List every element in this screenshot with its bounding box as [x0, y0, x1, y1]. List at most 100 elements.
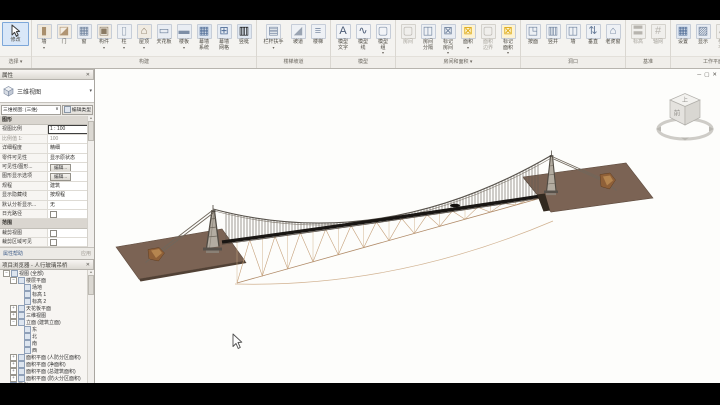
ribbon-button-area[interactable]: ⊠面积▾	[458, 22, 478, 51]
dropdown-arrow-icon[interactable]: ▾	[183, 46, 185, 49]
deck-truss[interactable]	[237, 198, 541, 284]
dropdown-arrow-icon[interactable]: ▾	[272, 46, 274, 49]
ribbon-button-ramp[interactable]: ◢坡道	[288, 22, 308, 48]
tree-item[interactable]: +面积平面 (防火分区面积)	[0, 375, 94, 382]
checkbox[interactable]	[50, 239, 57, 246]
ribbon-button-ceiling[interactable]: ▭天花板	[154, 22, 174, 48]
scroll-thumb[interactable]	[88, 121, 94, 141]
ribbon-panel-label[interactable]: 基准	[626, 56, 670, 68]
ribbon-button-model-line[interactable]: ∿模型 线	[353, 22, 373, 53]
ribbon-panel-label[interactable]: 模型	[331, 56, 395, 68]
collapse-icon[interactable]: −	[10, 319, 17, 326]
tree-item[interactable]: −楼层平面	[0, 277, 94, 284]
dropdown-arrow-icon[interactable]: ▾	[143, 46, 145, 49]
ribbon-button-room[interactable]: ▢房间	[398, 22, 418, 48]
ribbon-button-vertical-opening[interactable]: ⇅垂直	[583, 22, 603, 48]
tree-item[interactable]: 场地	[0, 284, 94, 291]
scroll-thumb[interactable]	[88, 275, 94, 295]
collapse-icon[interactable]: −	[10, 277, 17, 284]
drawing-area[interactable]: ─▢✕ 上 前	[95, 69, 720, 383]
ribbon-button-model-group[interactable]: ▢模型 组▾	[373, 22, 393, 56]
tree-item[interactable]: +三维视图	[0, 312, 94, 319]
property-section-header[interactable]: 范围˄	[0, 219, 94, 228]
dropdown-arrow-icon[interactable]: ▾	[123, 46, 125, 49]
expand-icon[interactable]: +	[10, 368, 17, 375]
tree-item[interactable]: −视图 (全部)	[0, 270, 94, 277]
scroll-up-icon[interactable]: ▲	[89, 270, 92, 274]
ribbon-button-wall-opening[interactable]: ◫墙	[563, 22, 583, 48]
ribbon-button-level[interactable]: 〓标高	[628, 22, 648, 48]
tree-item[interactable]: 图例	[0, 382, 94, 383]
ribbon-button-railing[interactable]: ▤栏杆扶手▾	[259, 22, 288, 51]
expand-icon[interactable]: +	[10, 375, 17, 382]
bridge-deck[interactable]	[222, 196, 541, 242]
ribbon-button-curtain-grid[interactable]: ⊞幕墙 网格	[214, 22, 234, 53]
view-restore-icon[interactable]: ▢	[704, 72, 709, 78]
ribbon-button-model-text[interactable]: A模型 文字	[333, 22, 353, 53]
dropdown-arrow-icon[interactable]: ▾	[103, 46, 105, 49]
collapse-icon[interactable]: −	[3, 270, 10, 277]
ribbon-button-dormer[interactable]: ⌂老虎窗	[603, 22, 623, 48]
deck-object[interactable]	[450, 204, 460, 208]
tree-item[interactable]: +面积平面 (净面积)	[0, 361, 94, 368]
terrain-left[interactable]	[116, 229, 245, 279]
ribbon-button-cursor[interactable]: 修改	[2, 22, 29, 46]
instance-selector[interactable]: 三维视图: {三维} ∨	[1, 105, 61, 115]
properties-help-link[interactable]: 属性帮助	[3, 250, 81, 257]
checkbox[interactable]	[50, 211, 57, 218]
tree-item[interactable]: +面积平面 (人防分区面积)	[0, 354, 94, 361]
ribbon-panel-label[interactable]: 楼梯坡道	[257, 56, 330, 68]
tree-item[interactable]: 东	[0, 326, 94, 333]
edit-type-button[interactable]: 编辑类型	[62, 105, 93, 115]
bridge-model[interactable]	[95, 69, 720, 383]
dropdown-arrow-icon[interactable]: ▾	[507, 51, 509, 54]
expand-icon[interactable]: +	[10, 305, 17, 312]
ribbon-button-window[interactable]: ▦窗	[74, 22, 94, 48]
ribbon-button-room-separator[interactable]: ◫房间 分隔	[418, 22, 438, 53]
expand-icon[interactable]: +	[10, 354, 17, 361]
type-selector-dropdown-icon[interactable]: ▾	[89, 88, 92, 94]
tree-item[interactable]: +面积平面 (总建筑面积)	[0, 368, 94, 375]
edit-button[interactable]: 编辑...	[50, 173, 71, 180]
ribbon-button-area-boundary[interactable]: ▢面积 边界	[478, 22, 498, 53]
ribbon-button-stair[interactable]: ≡楼梯	[308, 22, 328, 48]
ribbon-button-component[interactable]: ▣构件▾	[94, 22, 114, 51]
ribbon-button-ref-plane[interactable]: ▱参照 平面	[713, 22, 720, 53]
ribbon-panel-label[interactable]: 房间和面积 ▾	[396, 56, 520, 68]
tree-item[interactable]: 南	[0, 340, 94, 347]
ribbon-button-grid[interactable]: #轴网	[648, 22, 668, 48]
ribbon-button-set-workplane[interactable]: ▦设置	[673, 22, 693, 48]
ribbon-button-tag-area[interactable]: ⊠标记 面积▾	[498, 22, 518, 56]
ribbon-button-column[interactable]: ▯柱▾	[114, 22, 134, 51]
tree-item[interactable]: +天花板平面	[0, 305, 94, 312]
project-browser-close-icon[interactable]: ✕	[85, 262, 91, 268]
tree-item[interactable]: −立面 (建筑立面)	[0, 319, 94, 326]
viewcube[interactable]: 上 前	[652, 83, 718, 149]
expand-icon[interactable]: +	[10, 312, 17, 319]
dropdown-arrow-icon[interactable]: ▾	[43, 46, 45, 49]
ribbon-panel-label[interactable]: 构建	[32, 56, 256, 68]
ribbon-button-wall[interactable]: ▮墙▾	[34, 22, 54, 51]
ribbon-button-shaft[interactable]: ▥竖井	[543, 22, 563, 48]
ribbon-button-floor[interactable]: ▬楼板▾	[174, 22, 194, 51]
checkbox[interactable]	[50, 230, 57, 237]
properties-scrollbar[interactable]: ▲	[87, 116, 94, 247]
view-minimize-icon[interactable]: ─	[697, 72, 701, 78]
ribbon-button-door[interactable]: ◪门	[54, 22, 74, 48]
ribbon-panel-label[interactable]: 洞口	[521, 56, 625, 68]
ribbon-button-curtain-system[interactable]: ▦幕墙 系统	[194, 22, 214, 53]
apply-button[interactable]: 应用	[81, 250, 91, 257]
property-section-header[interactable]: 图形˄	[0, 116, 94, 125]
ribbon-panel-label[interactable]: 选择 ▾	[0, 56, 31, 68]
tree-item[interactable]: 标高 2	[0, 298, 94, 305]
properties-close-icon[interactable]: ✕	[85, 72, 91, 78]
ribbon-button-show-workplane[interactable]: ▨显示	[693, 22, 713, 48]
dropdown-arrow-icon[interactable]: ▾	[467, 46, 469, 49]
browser-scrollbar[interactable]: ▲	[87, 270, 94, 383]
type-selector[interactable]: 三维视图 ▾	[0, 80, 94, 103]
ribbon-button-by-face[interactable]: ◳按面	[523, 22, 543, 48]
view-close-icon[interactable]: ✕	[712, 72, 717, 78]
edit-button[interactable]: 编辑...	[50, 164, 71, 171]
tree-item[interactable]: 标高 1	[0, 291, 94, 298]
ribbon-panel-label[interactable]: 工作平面	[671, 56, 720, 68]
